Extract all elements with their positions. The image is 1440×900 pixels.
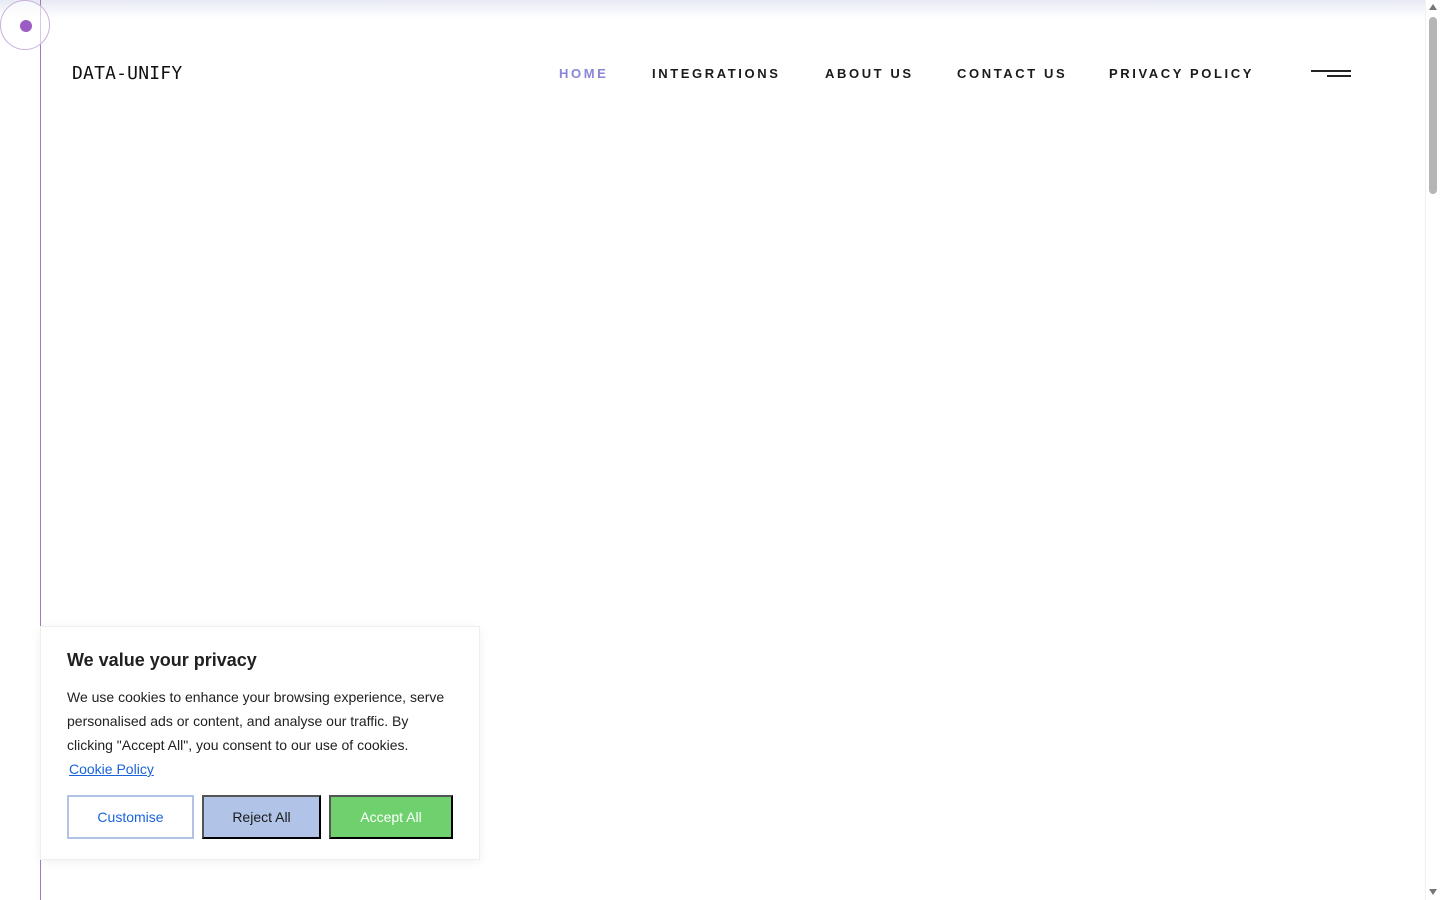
site-logo[interactable]: DATA-UNIFY <box>72 63 182 84</box>
scroll-thumb[interactable] <box>1429 17 1437 194</box>
nav-item-integrations[interactable]: INTEGRATIONS <box>652 66 780 81</box>
scroll-down-arrow-icon[interactable] <box>1429 889 1437 895</box>
top-gradient <box>0 0 1425 18</box>
vertical-scrollbar[interactable] <box>1425 0 1440 900</box>
cursor-ring-icon <box>0 0 50 50</box>
hamburger-menu-icon[interactable] <box>1311 70 1353 78</box>
hamburger-bar <box>1311 70 1351 72</box>
cookie-policy-link[interactable]: Cookie Policy <box>69 761 154 777</box>
cursor-dot-icon <box>20 20 32 32</box>
scroll-up-arrow-icon[interactable] <box>1429 4 1437 10</box>
nav-item-privacy-policy[interactable]: PRIVACY POLICY <box>1109 66 1254 81</box>
hamburger-bar <box>1327 75 1351 77</box>
nav-item-contact-us[interactable]: CONTACT US <box>957 66 1067 81</box>
cookie-banner-description: We use cookies to enhance your browsing … <box>67 689 445 753</box>
customise-button[interactable]: Customise <box>67 795 194 839</box>
nav-item-about-us[interactable]: ABOUT US <box>825 66 914 81</box>
accept-all-button[interactable]: Accept All <box>329 795 453 839</box>
nav-item-home[interactable]: HOME <box>559 66 608 81</box>
cookie-banner-title: We value your privacy <box>67 650 257 670</box>
page: DATA-UNIFY HOME INTEGRATIONS ABOUT US CO… <box>0 0 1440 900</box>
cookie-banner-text: We use cookies to enhance your browsing … <box>67 685 453 781</box>
reject-all-button[interactable]: Reject All <box>202 795 321 839</box>
cookie-consent-banner: We value your privacy We use cookies to … <box>40 626 480 860</box>
